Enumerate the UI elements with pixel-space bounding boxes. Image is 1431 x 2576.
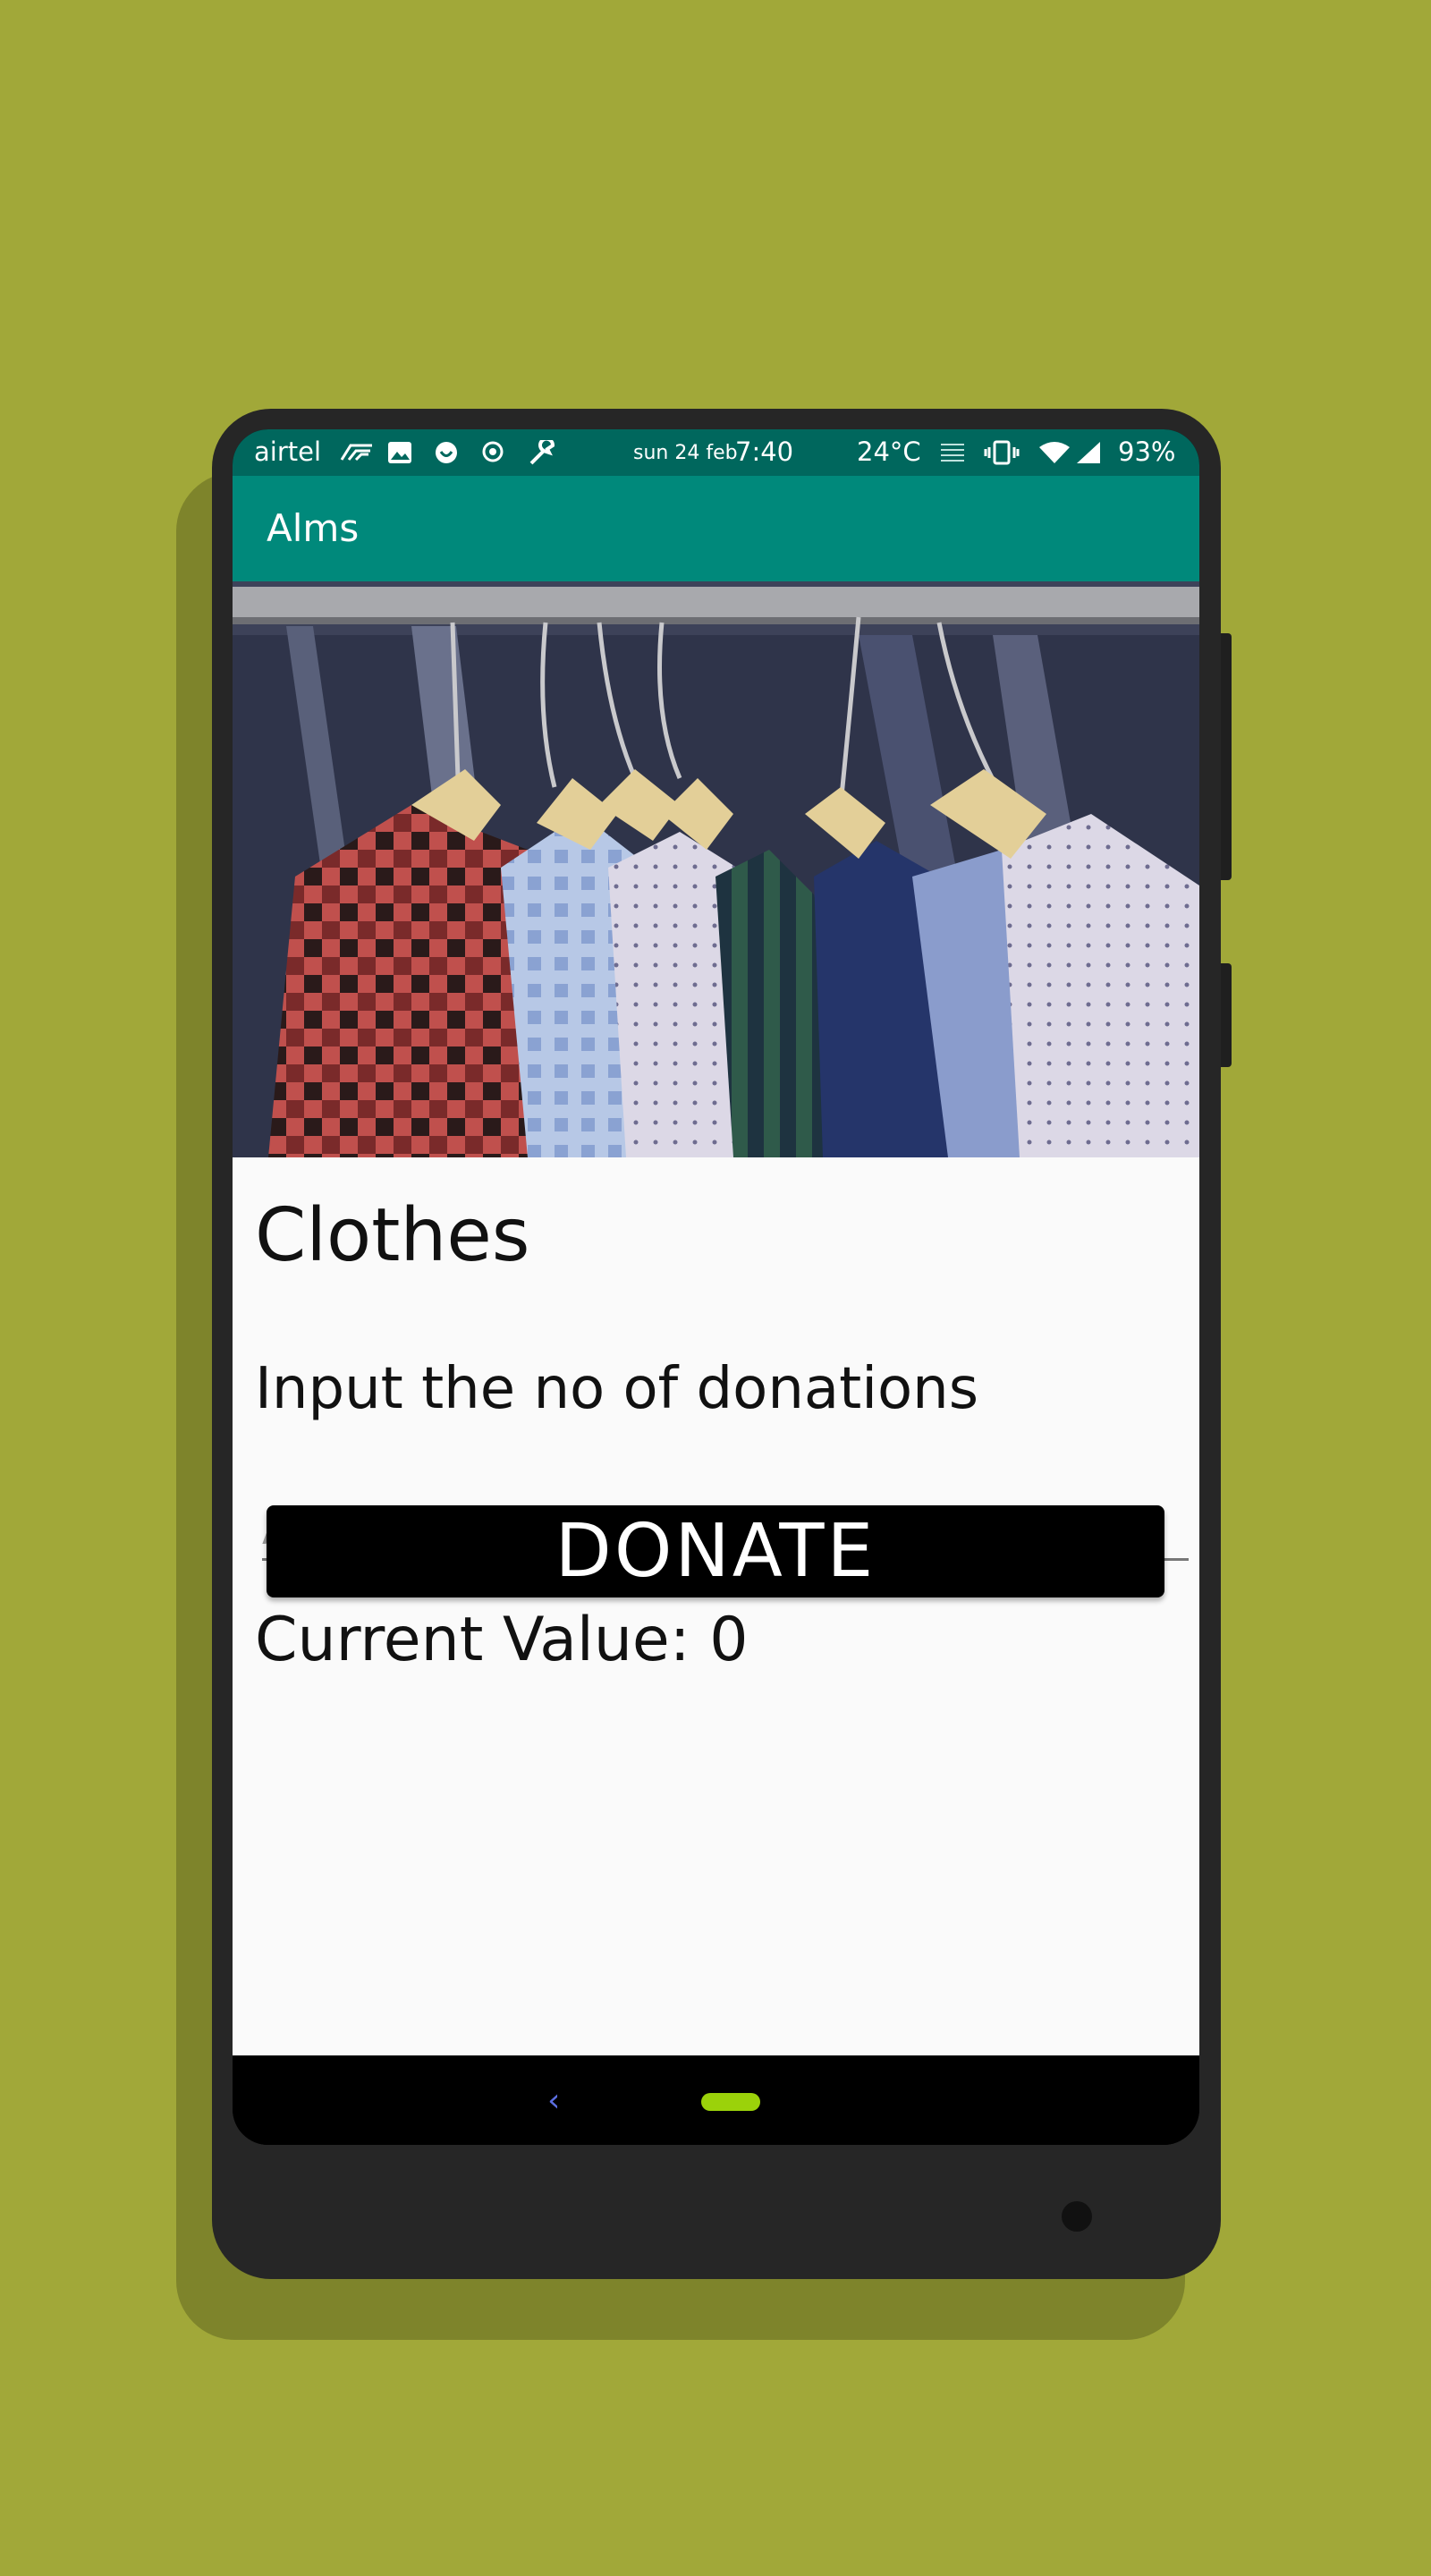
battery-label: 93% xyxy=(1118,436,1176,467)
app-bar: Alms xyxy=(233,476,1199,581)
camera-dot xyxy=(1062,2201,1092,2232)
date-label: sun 24 feb xyxy=(633,442,738,464)
category-title: Clothes xyxy=(255,1193,530,1278)
temperature-label: 24°C xyxy=(857,436,921,467)
donate-button[interactable]: DONATE xyxy=(267,1505,1164,1597)
menu-lines-icon xyxy=(941,444,964,462)
image-icon xyxy=(388,442,411,463)
wifi-icon xyxy=(1039,442,1070,463)
instructions-label: Input the no of donations xyxy=(255,1356,979,1422)
vibrate-icon xyxy=(984,440,1020,465)
cell-signal-icon xyxy=(1077,442,1100,463)
power-button xyxy=(1221,963,1232,1067)
chevron-left-icon[interactable]: ‹ xyxy=(547,2082,560,2119)
clothes-rack-image xyxy=(233,581,1199,1157)
wrench-icon xyxy=(529,440,555,465)
signal-wave-icon xyxy=(340,444,372,462)
home-pill-icon[interactable] xyxy=(701,2093,760,2111)
smile-icon xyxy=(436,442,457,463)
donation-form: Clothes Input the no of donations Curren… xyxy=(233,1157,1199,2055)
navigation-bar: ‹ xyxy=(233,2055,1199,2145)
app-title: Alms xyxy=(267,506,360,550)
carrier-label: airtel xyxy=(254,436,322,467)
current-value-label: Current Value: 0 xyxy=(255,1605,749,1675)
status-bar: airtel sun 24 feb 7:40 24°C 93% xyxy=(233,429,1199,476)
time-label: 7:40 xyxy=(735,436,794,467)
phone-screen: airtel sun 24 feb 7:40 24°C 93% Alms Clo… xyxy=(233,429,1199,2145)
badge-icon xyxy=(482,441,504,462)
volume-button xyxy=(1221,633,1232,880)
